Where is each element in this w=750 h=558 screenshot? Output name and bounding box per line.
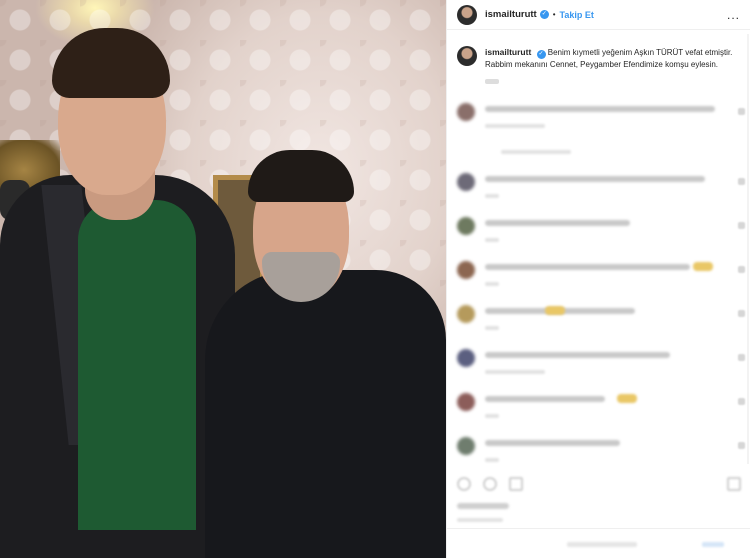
- list-item: [457, 100, 747, 144]
- like-comment-icon[interactable]: [738, 222, 745, 229]
- list-item: [457, 214, 747, 258]
- share-icon[interactable]: [509, 477, 523, 491]
- comment-icon[interactable]: [483, 477, 497, 491]
- comment-meta-blurred: [485, 326, 499, 330]
- comment-text-blurred: [485, 264, 690, 270]
- comment-avatar[interactable]: [457, 173, 475, 191]
- comment-meta-blurred: [485, 458, 499, 462]
- comment-text-blurred: [485, 396, 605, 402]
- more-options-icon[interactable]: ...: [727, 8, 740, 22]
- emoji-blurred: [545, 306, 565, 315]
- emoji-blurred: [693, 262, 713, 271]
- comment-meta-blurred: [485, 414, 499, 418]
- post-sidebar: ismailturutt ✓ • Takip Et ... ismailturu…: [446, 0, 750, 558]
- emoji-blurred: [617, 394, 637, 403]
- like-comment-icon[interactable]: [738, 398, 745, 405]
- add-comment-input[interactable]: [567, 542, 637, 547]
- list-item: [457, 390, 747, 434]
- comment-avatar[interactable]: [457, 393, 475, 411]
- caption-username[interactable]: ismailturutt: [485, 47, 531, 57]
- caption-avatar[interactable]: [457, 46, 477, 66]
- post-date-blurred: [457, 518, 503, 522]
- like-comment-icon[interactable]: [738, 310, 745, 317]
- comment-text-blurred: [485, 352, 670, 358]
- like-comment-icon[interactable]: [738, 178, 745, 185]
- comment-avatar[interactable]: [457, 349, 475, 367]
- comment-avatar[interactable]: [457, 261, 475, 279]
- view-replies-blurred[interactable]: [501, 150, 571, 154]
- likes-count-blurred[interactable]: [457, 503, 509, 509]
- comment-avatar[interactable]: [457, 305, 475, 323]
- list-item: [457, 434, 747, 478]
- caption-verified-icon: ✓: [536, 50, 546, 59]
- comment-text-blurred: [485, 220, 630, 226]
- comment-avatar[interactable]: [457, 437, 475, 455]
- like-comment-icon[interactable]: [738, 108, 745, 115]
- comments-list: [457, 100, 747, 478]
- scrollbar[interactable]: [747, 34, 749, 464]
- list-item: [457, 144, 747, 170]
- person-left-sweater: [78, 200, 196, 530]
- person-right-shirt: [205, 270, 446, 558]
- post-header: ismailturutt ✓ • Takip Et ...: [447, 0, 750, 30]
- like-comment-icon[interactable]: [738, 354, 745, 361]
- list-item: [457, 346, 747, 390]
- post-comment-button[interactable]: [702, 542, 724, 547]
- post-actions: [457, 475, 741, 495]
- save-icon[interactable]: [727, 477, 741, 491]
- follow-button[interactable]: Takip Et: [560, 10, 594, 20]
- list-item: [457, 258, 747, 302]
- like-comment-icon[interactable]: [738, 266, 745, 273]
- list-item: [457, 170, 747, 214]
- comment-meta-blurred: [485, 194, 499, 198]
- like-comment-icon[interactable]: [738, 442, 745, 449]
- comment-text-blurred: [485, 176, 705, 182]
- comment-text-blurred: [485, 106, 715, 112]
- avatar[interactable]: [457, 4, 477, 25]
- comment-meta-blurred: [485, 370, 545, 374]
- comment-meta-blurred: [485, 282, 499, 286]
- header-username[interactable]: ismailturutt: [485, 9, 537, 20]
- caption-timestamp-blurred: [485, 79, 499, 84]
- header-separator: •: [552, 10, 556, 19]
- comment-text-blurred: [485, 440, 620, 446]
- comment-meta-blurred: [485, 124, 545, 128]
- like-icon[interactable]: [457, 477, 471, 491]
- list-item: [457, 302, 747, 346]
- post-photo[interactable]: [0, 0, 446, 558]
- add-comment-bar: [447, 528, 750, 558]
- comment-avatar[interactable]: [457, 103, 475, 121]
- post-caption: ismailturutt ✓ Benim kıymetli yeğenim Aş…: [447, 30, 750, 75]
- caption-body: ismailturutt ✓ Benim kıymetli yeğenim Aş…: [485, 46, 740, 71]
- comment-meta-blurred: [485, 238, 499, 242]
- comment-avatar[interactable]: [457, 217, 475, 235]
- verified-icon: ✓: [539, 10, 549, 19]
